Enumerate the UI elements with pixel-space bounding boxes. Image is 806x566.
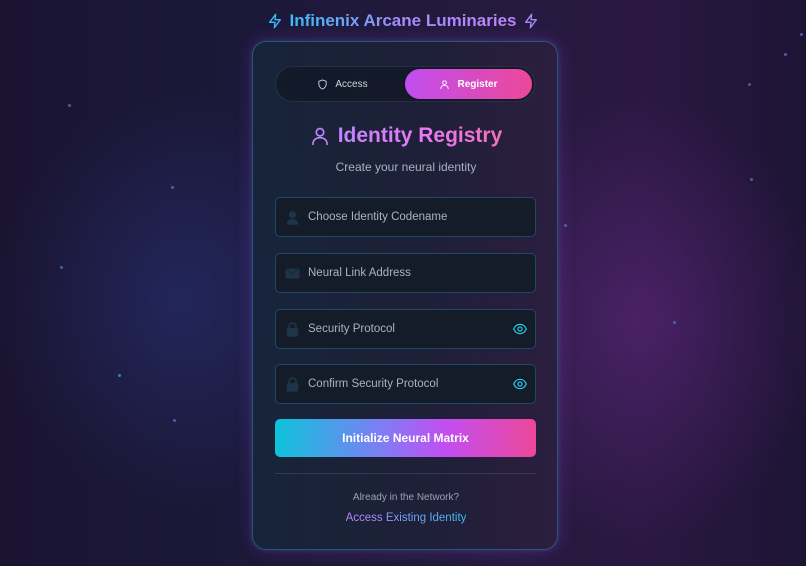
password-field: [275, 309, 536, 349]
user-icon: [440, 79, 450, 89]
background-star: [68, 104, 71, 107]
background-star: [750, 178, 753, 181]
already-prompt: Already in the Network?: [352, 492, 460, 503]
email-field: [275, 253, 536, 293]
eye-icon[interactable]: [513, 378, 527, 390]
background-star: [784, 53, 787, 56]
background-star: [60, 266, 63, 269]
background-star: [171, 186, 174, 189]
background-star: [564, 224, 567, 227]
background-star: [748, 83, 751, 86]
codename-input[interactable]: [308, 198, 498, 236]
password-input[interactable]: [308, 310, 498, 348]
user-icon: [286, 211, 299, 225]
form-title-row: Identity Registry: [253, 124, 559, 148]
brand-title: Infinenix Arcane Luminaries: [289, 11, 517, 30]
initialize-neural-matrix-button[interactable]: Initialize Neural Matrix: [275, 419, 536, 457]
background-star: [800, 33, 803, 36]
background-star: [173, 419, 176, 422]
tab-access-label: Access: [335, 78, 368, 90]
shield-icon: [318, 78, 327, 90]
email-input[interactable]: [308, 254, 498, 292]
confirm-password-field: [275, 364, 536, 404]
lock-icon: [286, 377, 299, 392]
access-link-row: Access Existing Identity: [253, 512, 559, 524]
lock-icon: [286, 322, 299, 337]
background-star: [673, 321, 676, 324]
background-star: [118, 374, 121, 377]
divider: [275, 473, 536, 474]
tab-access[interactable]: Access: [279, 69, 406, 99]
form-subtitle: Create your neural identity: [335, 160, 477, 174]
lightning-bolt-icon: [269, 13, 282, 29]
user-icon: [311, 127, 328, 146]
register-card: Access Register Identity Registry Create…: [252, 41, 558, 550]
tab-register[interactable]: Register: [405, 69, 532, 99]
codename-field: [275, 197, 536, 237]
brand-header: Infinenix Arcane Luminaries: [0, 11, 806, 31]
lightning-bolt-icon: [524, 13, 537, 29]
auth-tabs: Access Register: [275, 66, 535, 102]
mail-icon: [285, 268, 300, 279]
access-existing-identity-link[interactable]: Access Existing Identity: [346, 512, 467, 524]
tab-register-label: Register: [457, 78, 498, 90]
eye-icon[interactable]: [513, 323, 527, 335]
confirm-password-input[interactable]: [308, 365, 498, 403]
form-title: Identity Registry: [337, 124, 503, 147]
